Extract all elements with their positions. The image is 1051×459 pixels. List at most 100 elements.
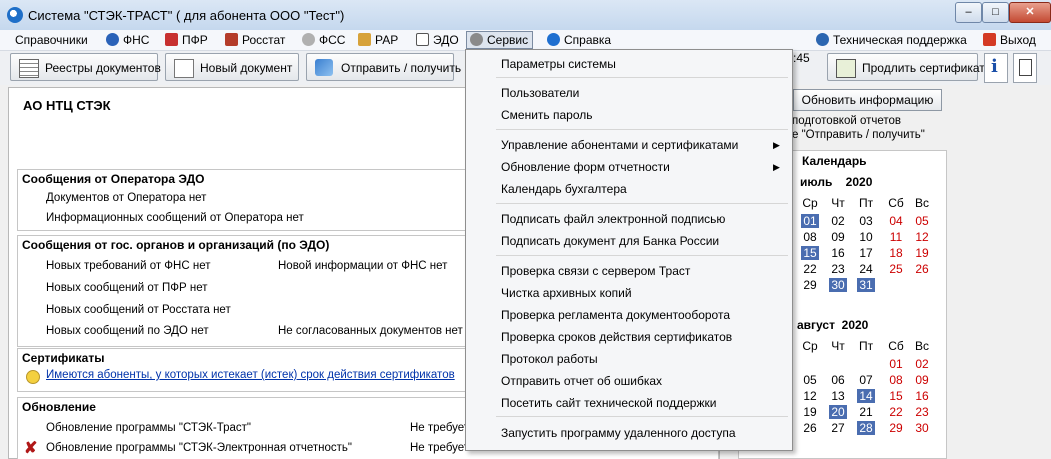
calendar-day[interactable]: 08: [801, 230, 819, 244]
calendar-day[interactable]: 02: [829, 214, 847, 228]
menu-item[interactable]: Запустить программу удаленного доступа: [501, 423, 736, 443]
menu-edo[interactable]: ЭДО: [416, 32, 459, 48]
menu-item[interactable]: Сменить пароль: [501, 105, 593, 125]
certificates-warning-link[interactable]: Имеются абоненты, у которых истекает (ис…: [46, 369, 455, 381]
calendar-day[interactable]: 12: [801, 389, 819, 403]
calendar-day[interactable]: 03: [857, 214, 875, 228]
calendar-day[interactable]: 18: [887, 246, 905, 260]
menu-rosstat[interactable]: Росстат: [225, 32, 285, 48]
menu-fns[interactable]: ФНС: [106, 32, 149, 48]
calendar-day[interactable]: 12: [913, 230, 931, 244]
new-document-button[interactable]: Новый документ: [165, 53, 299, 81]
calendar-day[interactable]: 31: [857, 278, 875, 292]
calendar-day[interactable]: 16: [829, 246, 847, 260]
calendar-day[interactable]: 09: [913, 373, 931, 387]
registries-button[interactable]: Реестры документов: [10, 53, 161, 81]
calendar-day[interactable]: 17: [857, 246, 875, 260]
certificates-section-title: Сертификаты: [22, 351, 105, 365]
menu-separator: [496, 255, 788, 256]
calendar-day[interactable]: 24: [857, 262, 875, 276]
fns-icon: [106, 33, 119, 46]
info-button[interactable]: i: [984, 53, 1008, 83]
menu-rar[interactable]: РАР: [358, 32, 398, 48]
menu-item[interactable]: Чистка архивных копий: [501, 283, 632, 303]
menu-exit[interactable]: Выход: [983, 32, 1036, 48]
rosstat-status: Новых сообщений от Росстата нет: [46, 304, 231, 316]
menu-separator: [496, 77, 788, 78]
calendar-day[interactable]: 30: [829, 278, 847, 292]
calendar-day[interactable]: 23: [829, 262, 847, 276]
calendar-day[interactable]: 19: [801, 405, 819, 419]
calendar-day[interactable]: 11: [887, 230, 905, 244]
menu-item[interactable]: Календарь бухгалтера: [501, 179, 627, 199]
maximize-button[interactable]: □: [982, 2, 1009, 23]
menu-item[interactable]: Отправить отчет об ошибках: [501, 371, 662, 391]
weekday-label: Чт: [831, 339, 845, 353]
menu-item[interactable]: Подписать файл электронной подписью: [501, 209, 725, 229]
menu-item[interactable]: Проверка регламента документооборота: [501, 305, 730, 325]
menu-item[interactable]: Обновление форм отчетности: [501, 157, 670, 177]
menu-fss[interactable]: ФСС: [302, 32, 345, 48]
calendar-day[interactable]: 29: [887, 421, 905, 435]
send-receive-icon: [315, 59, 333, 76]
close-button[interactable]: ✕: [1009, 2, 1051, 23]
menu-item[interactable]: Управление абонентами и сертификатами: [501, 135, 738, 155]
calendar-day[interactable]: 15: [887, 389, 905, 403]
calendar-day[interactable]: 21: [857, 405, 875, 419]
send-receive-button[interactable]: Отправить / получить: [306, 53, 461, 81]
calendar-day[interactable]: 10: [857, 230, 875, 244]
calendar-day[interactable]: 25: [887, 262, 905, 276]
calendar-day[interactable]: 16: [913, 389, 931, 403]
menu-spravka[interactable]: Справка: [547, 32, 611, 48]
window-title: Система "СТЭК-ТРАСТ" ( для абонента ООО …: [28, 8, 345, 23]
menu-support[interactable]: Техническая поддержка: [816, 32, 967, 48]
calendar-day[interactable]: 07: [857, 373, 875, 387]
calendar-day[interactable]: 26: [801, 421, 819, 435]
menu-item[interactable]: Подписать документ для Банка России: [501, 231, 719, 251]
calendar-day[interactable]: 22: [801, 262, 819, 276]
menu-item[interactable]: Проверка связи с сервером Траст: [501, 261, 690, 281]
calendar-day[interactable]: 19: [913, 246, 931, 260]
calendar-day[interactable]: 05: [801, 373, 819, 387]
calendar-day[interactable]: 04: [887, 214, 905, 228]
calendar-day[interactable]: 09: [829, 230, 847, 244]
fns-info-status: Новой информации от ФНС нет: [278, 260, 448, 272]
menu-separator: [496, 129, 788, 130]
calendar-day[interactable]: 20: [829, 405, 847, 419]
july-month-label: июль 2020: [800, 175, 873, 189]
menu-item[interactable]: Посетить сайт технической поддержки: [501, 393, 716, 413]
calendar-day[interactable]: 27: [829, 421, 847, 435]
weekday-label: Вс: [914, 196, 929, 210]
menu-item[interactable]: Проверка сроков действия сертификатов: [501, 327, 732, 347]
calendar-day[interactable]: 08: [887, 373, 905, 387]
calendar-day[interactable]: 06: [829, 373, 847, 387]
calendar-day[interactable]: 26: [913, 262, 931, 276]
menu-pfr[interactable]: ПФР: [165, 32, 208, 48]
submenu-arrow-icon: ▶: [773, 140, 780, 150]
calendar-day[interactable]: 01: [887, 357, 905, 371]
menu-item[interactable]: Параметры системы: [501, 54, 616, 74]
gov-section-title: Сообщения от гос. органов и организаций …: [22, 238, 330, 252]
menu-spravochniki[interactable]: Справочники: [15, 32, 88, 48]
calendar-day[interactable]: 15: [801, 246, 819, 260]
menu-servis[interactable]: Сервис: [466, 31, 534, 49]
pdf-button[interactable]: [1013, 53, 1037, 83]
calendar-day[interactable]: 05: [913, 214, 931, 228]
calendar-day[interactable]: 13: [829, 389, 847, 403]
menu-item[interactable]: Протокол работы: [501, 349, 598, 369]
minimize-button[interactable]: –: [955, 2, 982, 23]
edo-status: Новых сообщений по ЭДО нет: [46, 325, 209, 337]
clock: :45: [793, 51, 810, 65]
calendar-day[interactable]: 02: [913, 357, 931, 371]
calendar-day[interactable]: 22: [887, 405, 905, 419]
calendar-day[interactable]: 23: [913, 405, 931, 419]
calendar-day[interactable]: 28: [857, 421, 875, 435]
calendar-day[interactable]: 30: [913, 421, 931, 435]
menu-item[interactable]: Пользователи: [501, 83, 579, 103]
update-info-button[interactable]: Обновить информацию: [793, 89, 942, 111]
calendar-day[interactable]: 29: [801, 278, 819, 292]
calendar-day[interactable]: 14: [857, 389, 875, 403]
info-note-line-1: подготовкой отчетов: [792, 115, 902, 127]
renew-certificate-button[interactable]: Продлить сертификат: [827, 53, 985, 81]
calendar-day[interactable]: 01: [801, 214, 819, 228]
